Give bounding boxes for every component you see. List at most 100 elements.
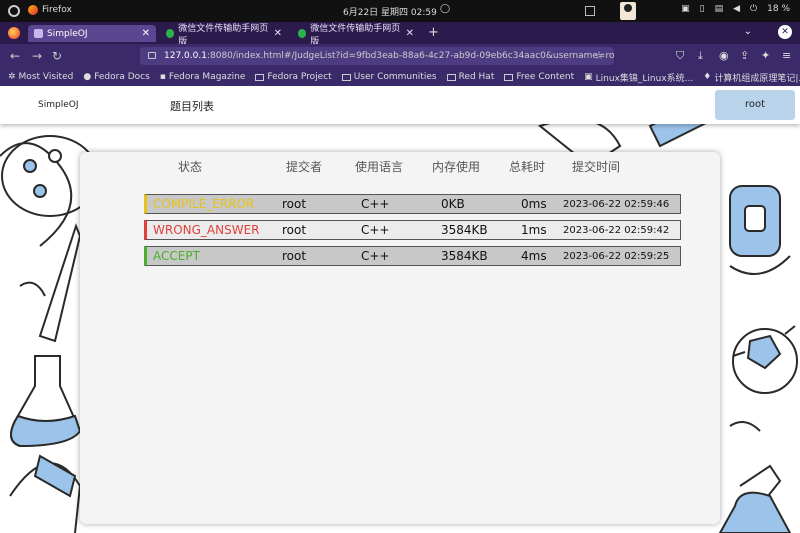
tab-close-icon[interactable]: ✕ bbox=[406, 28, 414, 39]
tab-close-icon[interactable]: ✕ bbox=[142, 28, 150, 39]
folder-icon bbox=[255, 73, 265, 81]
new-tab-icon[interactable]: + bbox=[428, 25, 439, 40]
bookmark-red-hat[interactable]: Red Hat bbox=[446, 72, 495, 82]
bookmark-label: User Communities bbox=[353, 72, 437, 82]
language-cell: C++ bbox=[361, 197, 390, 211]
folder-icon bbox=[504, 73, 514, 81]
activities-icon[interactable] bbox=[8, 5, 20, 17]
pocket-icon[interactable]: ⛉ bbox=[676, 49, 684, 63]
table-row[interactable]: WRONG_ANSWER root C++ 3584KB 1ms 2023-06… bbox=[144, 220, 681, 240]
language-cell: C++ bbox=[361, 223, 390, 237]
column-time-used: 总耗时 bbox=[509, 160, 546, 174]
bookmark-label: Most Visited bbox=[18, 72, 74, 82]
bookmark-free-content[interactable]: Free Content bbox=[504, 72, 574, 82]
submit-time-cell: 2023-06-22 02:59:46 bbox=[563, 199, 670, 210]
bookmark-linux[interactable]: ▣ Linux集锦_Linux系统... bbox=[584, 71, 693, 84]
column-language: 使用语言 bbox=[355, 160, 404, 174]
clock[interactable]: 6月22日 星期四 02:59 bbox=[343, 5, 437, 18]
bookmark-label: 计算机组成原理笔记|... bbox=[714, 73, 800, 84]
bookmark-most-visited[interactable]: ✲ Most Visited bbox=[8, 72, 73, 82]
submitter-cell: root bbox=[282, 197, 307, 211]
account-icon[interactable]: ◉ bbox=[719, 49, 729, 62]
column-status: 状态 bbox=[178, 160, 203, 174]
tab-close-icon[interactable]: ✕ bbox=[274, 28, 282, 39]
status-cell: COMPILE_ERROR bbox=[153, 197, 255, 211]
app-menu[interactable]: Firefox bbox=[28, 5, 72, 15]
system-top-bar: Firefox 6月22日 星期四 02:59 ◯ ▣ ▯ ▤ ◀ ⏻ 18 % bbox=[0, 0, 800, 22]
status-cell: ACCEPT bbox=[153, 249, 200, 263]
reload-icon[interactable]: ↻ bbox=[52, 49, 62, 63]
tab-strip: SimpleOJ ✕ 微信文件传输助手网页版 ✕ 微信文件传输助手网页版 ✕ +… bbox=[0, 22, 800, 47]
site-header: SimpleOJ 题目列表 root bbox=[0, 86, 800, 124]
bookmark-label: Fedora Magazine bbox=[168, 72, 246, 82]
nav-bar: ← → ↻ 127.0.0.1:8080/index.html#/JudgeLi… bbox=[0, 44, 800, 68]
language-cell: C++ bbox=[361, 249, 390, 263]
power-icon[interactable]: ⏻ bbox=[750, 4, 757, 14]
bookmark-label: Fedora Docs bbox=[94, 72, 150, 82]
submit-time-cell: 2023-06-22 02:59:42 bbox=[563, 225, 670, 236]
notes-icon: ♦ bbox=[703, 72, 712, 82]
table-header: 状态 提交者 使用语言 内存使用 总耗时 提交时间 bbox=[80, 158, 720, 174]
memory-cell: 3584KB bbox=[441, 249, 488, 263]
tab-simpleoj[interactable]: SimpleOJ ✕ bbox=[28, 25, 156, 42]
back-icon[interactable]: ← bbox=[10, 49, 20, 63]
bookmark-user-communities[interactable]: User Communities bbox=[341, 72, 437, 82]
bookmark-label: Red Hat bbox=[458, 72, 495, 82]
bookmarks-toolbar: ✲ Most Visited ● Fedora Docs ▪ Fedora Magaz… bbox=[0, 68, 800, 86]
downloads-icon[interactable]: ⤓ bbox=[698, 49, 703, 63]
extensions-icon[interactable]: ✦ bbox=[761, 49, 770, 62]
page-info-icon[interactable] bbox=[148, 52, 156, 59]
tray-avatar-icon[interactable] bbox=[620, 2, 636, 20]
list-all-tabs-icon[interactable]: ⌄ bbox=[744, 26, 752, 37]
submitter-cell: root bbox=[282, 249, 307, 263]
url-host: 127.0.0.1 bbox=[164, 51, 207, 61]
table-row[interactable]: COMPILE_ERROR root C++ 0KB 0ms 2023-06-2… bbox=[144, 194, 681, 214]
nav-problem-list[interactable]: 题目列表 bbox=[170, 98, 214, 114]
linux-icon: ▣ bbox=[584, 72, 593, 82]
table-row[interactable]: ACCEPT root C++ 3584KB 4ms 2023-06-22 02… bbox=[144, 246, 681, 266]
bookmark-notes[interactable]: ♦ 计算机组成原理笔记|... bbox=[703, 71, 800, 84]
firefox-icon bbox=[28, 5, 38, 15]
status-cell: WRONG_ANSWER bbox=[153, 223, 260, 237]
tab-favicon-icon bbox=[34, 29, 43, 38]
tab-title: 微信文件传输助手网页版 bbox=[310, 23, 401, 47]
column-submitter: 提交者 bbox=[286, 160, 323, 174]
time-used-cell: 0ms bbox=[521, 197, 547, 211]
column-memory: 内存使用 bbox=[432, 160, 481, 174]
memory-cell: 3584KB bbox=[441, 223, 488, 237]
submit-time-cell: 2023-06-22 02:59:25 bbox=[563, 251, 670, 262]
volume-icon[interactable]: ◀ bbox=[733, 4, 740, 14]
folder-icon bbox=[446, 73, 456, 81]
site-brand[interactable]: SimpleOJ bbox=[38, 100, 78, 110]
screen-icon[interactable] bbox=[585, 6, 595, 16]
bookmark-fedora-docs[interactable]: ● Fedora Docs bbox=[83, 72, 149, 82]
url-path: :8080/index.html#/JudgeList?id=9fbd3eab-… bbox=[206, 51, 614, 61]
forward-icon[interactable]: → bbox=[32, 49, 42, 63]
tray-phone-icon[interactable]: ▯ bbox=[700, 4, 705, 14]
tab-title: 微信文件传输助手网页版 bbox=[178, 23, 269, 47]
bookmark-star-icon[interactable]: ☆ bbox=[594, 47, 604, 65]
submitter-cell: root bbox=[282, 223, 307, 237]
tab-wechat-1[interactable]: 微信文件传输助手网页版 ✕ bbox=[160, 24, 288, 47]
time-used-cell: 4ms bbox=[521, 249, 547, 263]
battery-level[interactable]: 18 % bbox=[767, 4, 790, 14]
firefox-view-icon[interactable] bbox=[8, 27, 20, 39]
memory-cell: 0KB bbox=[441, 197, 465, 211]
url-bar[interactable]: 127.0.0.1:8080/index.html#/JudgeList?id=… bbox=[140, 47, 614, 65]
app-name: Firefox bbox=[42, 5, 72, 15]
tray-screenshot-icon[interactable]: ▤ bbox=[715, 4, 724, 14]
bookmark-fedora-project[interactable]: Fedora Project bbox=[255, 72, 332, 82]
tray-app-icon[interactable]: ▣ bbox=[681, 4, 690, 14]
share-icon[interactable]: ⇪ bbox=[740, 49, 749, 62]
user-button[interactable]: root bbox=[715, 90, 795, 120]
bookmark-fedora-magazine[interactable]: ▪ Fedora Magazine bbox=[160, 72, 246, 82]
bookmark-label: Fedora Project bbox=[267, 72, 332, 82]
web-page: SimpleOJ 题目列表 root 状态 提交者 使用语言 内存使用 总耗时 … bbox=[0, 86, 800, 533]
tab-wechat-2[interactable]: 微信文件传输助手网页版 ✕ bbox=[292, 24, 420, 47]
window-close-icon[interactable]: ✕ bbox=[778, 25, 792, 39]
bookmark-label: Linux集锦_Linux系统... bbox=[595, 73, 694, 84]
column-submit-time: 提交时间 bbox=[572, 160, 621, 174]
menu-icon[interactable]: ≡ bbox=[782, 49, 791, 62]
fedora-icon: ● bbox=[83, 72, 92, 82]
wechat-icon bbox=[166, 29, 175, 38]
